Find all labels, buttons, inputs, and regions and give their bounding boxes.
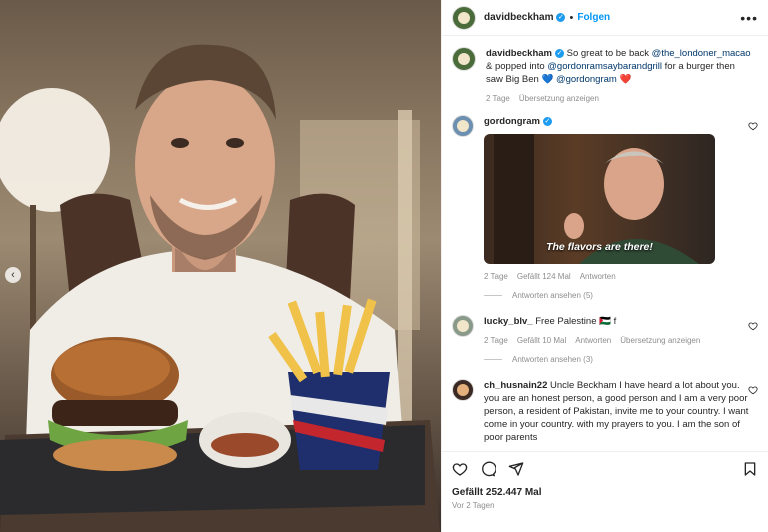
comment-item: lucky_blv_ Free Palestine 🇵🇸 f 2 Tage Ge…	[442, 315, 768, 347]
replies-line	[484, 295, 502, 296]
comment-username[interactable]: lucky_blv_	[484, 316, 533, 327]
translate-link[interactable]: Übersetzung anzeigen	[519, 92, 599, 105]
follow-button[interactable]: Folgen	[577, 12, 610, 23]
post-side-panel: davidbeckham ✓ • Folgen ••• davidbeckham…	[441, 0, 768, 532]
view-replies-label: Antworten ansehen (5)	[512, 291, 593, 300]
author-username[interactable]: davidbeckham	[484, 12, 553, 23]
comment-like-icon[interactable]	[748, 121, 758, 131]
mention-link[interactable]: @gordonramsaybarandgrill	[547, 61, 662, 72]
comment-like-icon[interactable]	[748, 321, 758, 331]
replies-line	[484, 359, 502, 360]
more-options-icon[interactable]: •••	[740, 10, 758, 26]
post-date: Vor 2 Tagen	[452, 501, 495, 510]
comment-like-icon[interactable]	[748, 385, 758, 395]
post-footer: Gefällt 252.447 Mal Vor 2 Tagen	[442, 451, 768, 532]
instagram-post: ‹ davidbeckham ✓ • Folgen ••• davidbeckh…	[0, 0, 768, 532]
avatar[interactable]	[452, 379, 474, 401]
caption-time: 2 Tage	[486, 94, 510, 103]
comment-gif[interactable]: The flavors are there!	[484, 134, 715, 264]
comment-item: gordongram ✓ The flavors are there! 2 Tag…	[442, 115, 768, 283]
carousel-prev-button[interactable]: ‹	[5, 267, 21, 283]
comment-likes[interactable]: Gefällt 124 Mal	[517, 270, 571, 283]
caption-text: So great to be back	[566, 48, 652, 59]
comments-list[interactable]: davidbeckham ✓ So great to be back @the_l…	[442, 37, 768, 451]
red-heart-emoji: ❤️	[619, 74, 632, 85]
avatar[interactable]	[452, 47, 476, 71]
blue-heart-emoji: 💙	[541, 74, 554, 85]
header-separator: •	[569, 11, 574, 24]
avatar[interactable]	[452, 115, 474, 137]
save-icon[interactable]	[742, 461, 758, 477]
comment-username[interactable]: ch_husnain22	[484, 380, 547, 391]
post-photo[interactable]: ‹	[0, 0, 441, 532]
view-replies-label: Antworten ansehen (3)	[512, 355, 593, 364]
caption-username[interactable]: davidbeckham	[486, 48, 552, 59]
reply-link[interactable]: Antworten	[580, 270, 616, 283]
share-icon[interactable]	[508, 461, 524, 477]
view-replies-button[interactable]: Antworten ansehen (3)	[484, 355, 593, 364]
comment-text: Free Palestine 🇵🇸 f	[535, 316, 617, 327]
verified-icon: ✓	[556, 13, 566, 22]
avatar[interactable]	[452, 5, 476, 30]
gif-caption: The flavors are there!	[546, 241, 653, 253]
view-replies-button[interactable]: Antworten ansehen (5)	[484, 291, 593, 300]
avatar[interactable]	[452, 315, 474, 337]
comment-time: 2 Tage	[484, 272, 508, 281]
mention-link[interactable]: @the_londoner_macao	[652, 48, 751, 59]
post-header: davidbeckham ✓ • Folgen •••	[442, 0, 768, 36]
comment-time: 2 Tage	[484, 336, 508, 345]
like-icon[interactable]	[452, 461, 468, 477]
comment-item: ch_husnain22 Uncle Beckham I have heard …	[442, 379, 768, 444]
verified-icon: ✓	[555, 48, 564, 58]
mention-link[interactable]: @gordongram	[556, 74, 617, 85]
comment-username[interactable]: gordongram	[484, 116, 540, 127]
photo-illustration	[0, 44, 440, 532]
post-caption: davidbeckham ✓ So great to be back @the_l…	[442, 47, 768, 105]
comment-likes[interactable]: Gefällt 10 Mal	[517, 334, 566, 347]
action-bar	[442, 452, 768, 477]
reply-link[interactable]: Antworten	[575, 334, 611, 347]
comment-icon[interactable]	[480, 461, 496, 477]
caption-text: & popped into	[486, 61, 548, 72]
likes-count[interactable]: Gefällt 252.447 Mal	[442, 477, 768, 498]
verified-icon: ✓	[542, 116, 552, 126]
translate-link[interactable]: Übersetzung anzeigen	[620, 334, 700, 347]
